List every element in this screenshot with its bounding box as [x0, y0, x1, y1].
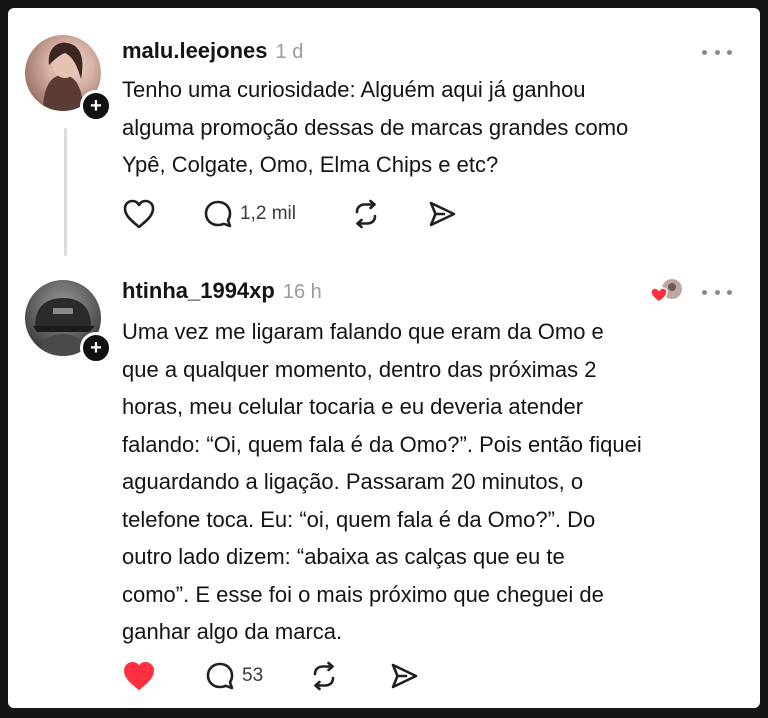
share-button[interactable]: [426, 196, 458, 232]
post-header: malu.leejones 1 d: [122, 38, 303, 64]
reply-count: 53: [242, 665, 264, 686]
heart-outline-icon: [123, 199, 155, 229]
comment-icon: [206, 662, 234, 690]
follow-plus-icon[interactable]: +: [80, 332, 112, 364]
comment-icon: [204, 200, 232, 228]
send-icon: [429, 201, 456, 227]
more-options-icon[interactable]: [702, 42, 732, 62]
action-bar: 53: [122, 658, 420, 694]
thread-connector-line: [64, 128, 67, 256]
repost-button[interactable]: [308, 658, 388, 694]
follow-plus-icon[interactable]: +: [80, 90, 112, 122]
action-bar: 1,2 mil: [122, 196, 458, 232]
repost-button[interactable]: [350, 196, 426, 232]
share-button[interactable]: [388, 658, 420, 694]
username[interactable]: htinha_1994xp: [122, 278, 275, 304]
like-button[interactable]: [122, 196, 202, 232]
liked-by-author-icon: [650, 278, 684, 304]
timestamp: 16 h: [282, 281, 322, 303]
reply-button[interactable]: 1,2 mil: [202, 196, 350, 232]
reply-button[interactable]: 53: [204, 658, 308, 694]
repost-icon: [313, 661, 335, 691]
like-button[interactable]: [122, 658, 204, 694]
post-header: htinha_1994xp 16 h: [122, 278, 322, 304]
post-reply: + htinha_1994xp 16 h Uma vez me ligaram …: [8, 266, 760, 708]
more-options-icon[interactable]: [702, 282, 732, 302]
send-icon: [391, 663, 418, 689]
repost-icon: [355, 199, 377, 229]
post-text: Uma vez me ligaram falando que eram da O…: [122, 319, 642, 644]
heart-filled-icon: [124, 662, 154, 690]
timestamp: 1 d: [275, 41, 304, 63]
thread-card: + malu.leejones 1 d Tenho uma curiosidad…: [8, 8, 760, 708]
reply-count: 1,2 mil: [240, 203, 296, 224]
post-text: Tenho uma curiosidade: Alguém aqui já ga…: [122, 77, 629, 177]
username[interactable]: malu.leejones: [122, 38, 268, 64]
post-original: + malu.leejones 1 d Tenho uma curiosidad…: [8, 8, 760, 266]
